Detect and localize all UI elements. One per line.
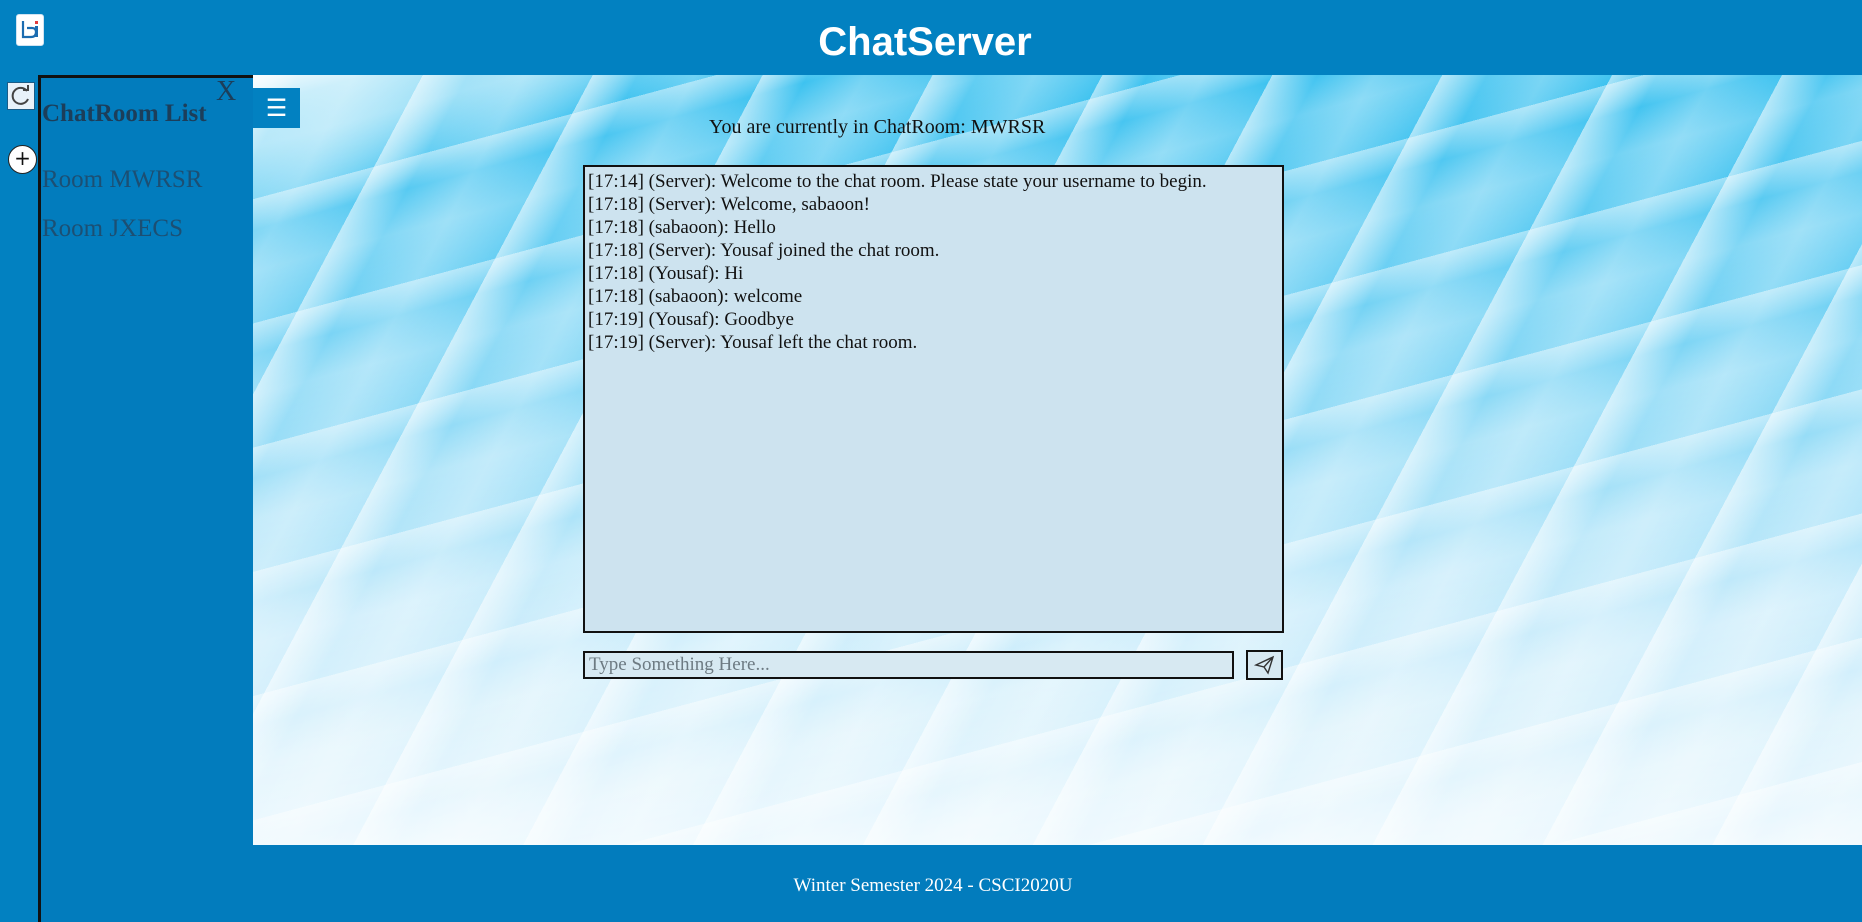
chat-message: [17:18] (Yousaf): Hi (588, 263, 744, 284)
chat-message: [17:19] (Server): Yousaf left the chat r… (588, 332, 918, 353)
sidebar-title: ChatRoom List (42, 100, 207, 127)
send-button[interactable] (1246, 650, 1283, 680)
current-room-label: You are currently in ChatRoom: MWRSR (709, 116, 1046, 138)
send-icon (1253, 655, 1275, 675)
refresh-button[interactable] (7, 82, 35, 110)
app-title: ChatServer (818, 20, 1032, 64)
chat-message: [17:19] (Yousaf): Goodbye (588, 309, 794, 330)
chat-log[interactable]: [17:14] (Server): Welcome to the chat ro… (583, 165, 1284, 633)
chat-message: [17:18] (Server): Welcome, sabaoon! (588, 194, 870, 215)
left-toolbar (0, 75, 40, 922)
chat-message: [17:14] (Server): Welcome to the chat ro… (588, 171, 1207, 192)
refresh-icon (11, 85, 29, 105)
message-input[interactable] (583, 651, 1234, 679)
room-link-jxecs[interactable]: Room JXECS (42, 215, 183, 243)
sidebar-close-button[interactable]: X (216, 77, 236, 107)
chat-message: [17:18] (sabaoon): Hello (588, 217, 776, 238)
chat-message: [17:18] (Server): Yousaf joined the chat… (588, 240, 940, 261)
chat-message: [17:18] (sabaoon): welcome (588, 286, 803, 307)
menu-toggle-button[interactable]: ☰ (253, 88, 300, 128)
chatroom-sidebar (38, 75, 253, 922)
room-link-mwrsr[interactable]: Room MWRSR (42, 166, 202, 194)
add-room-button[interactable]: + (8, 145, 37, 174)
footer-text: Winter Semester 2024 - CSCI2020U (793, 875, 1073, 896)
